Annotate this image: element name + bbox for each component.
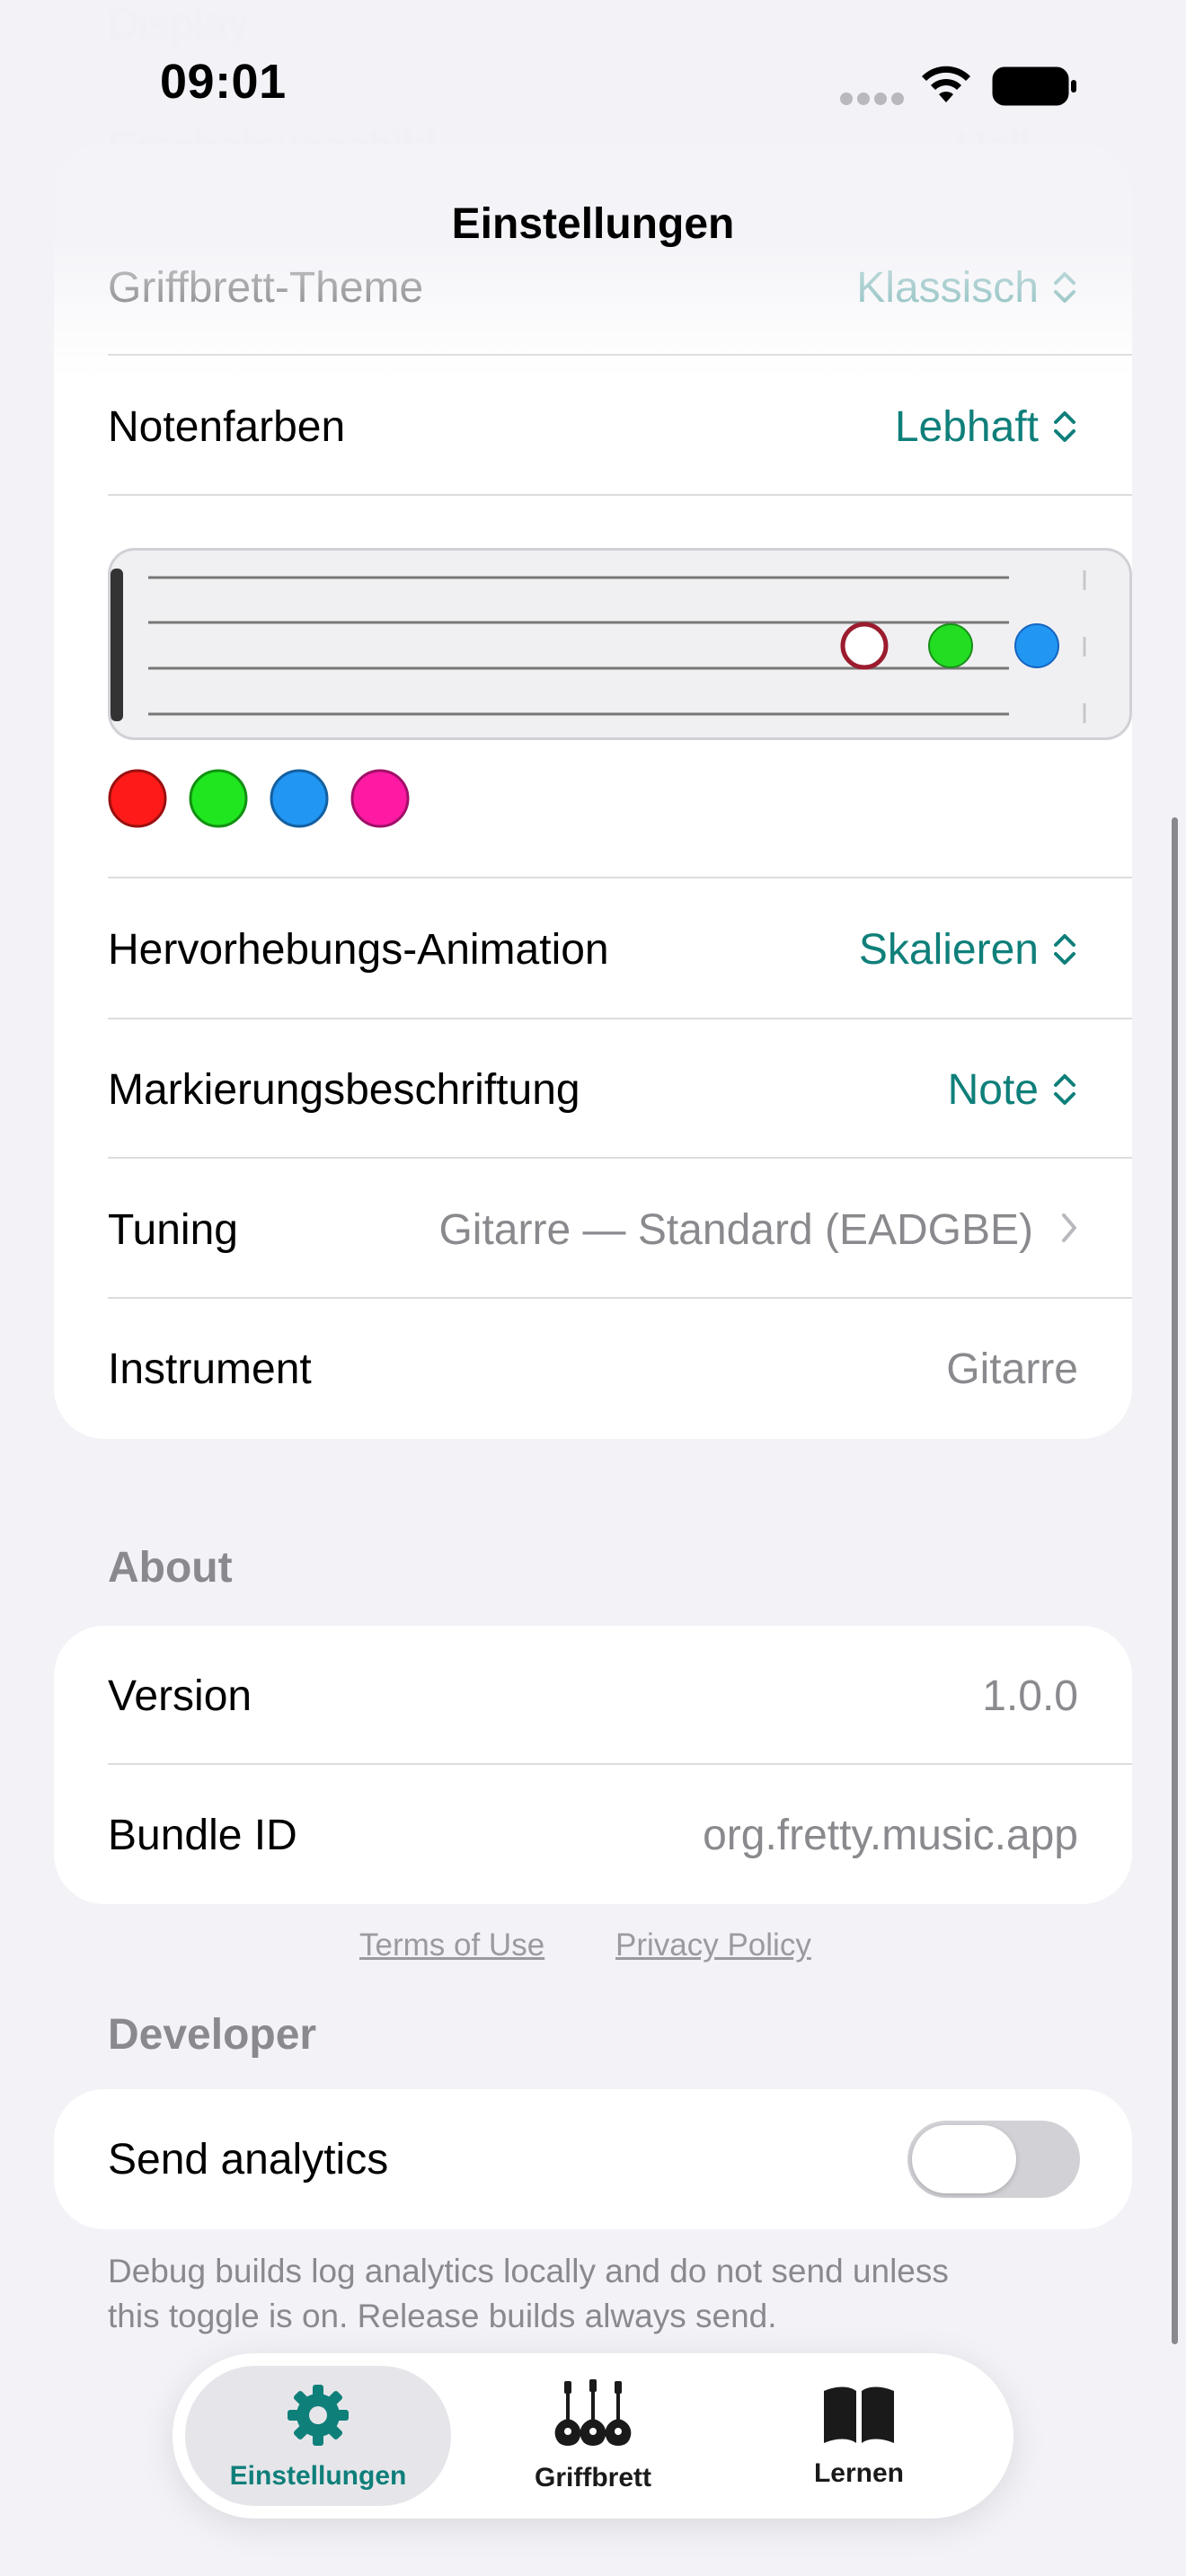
tab-lernen[interactable]: Lernen bbox=[726, 2366, 992, 2506]
gear-icon bbox=[284, 2381, 352, 2454]
note-marker-open bbox=[840, 622, 889, 670]
version-value: 1.0.0 bbox=[982, 1672, 1078, 1720]
status-time: 09:01 bbox=[160, 55, 287, 109]
guitars-icon bbox=[550, 2378, 636, 2456]
display-settings-card: Griffbrett-Theme Klassisch Notenfarben L… bbox=[54, 144, 1132, 1439]
tab-label: Lernen bbox=[813, 2457, 905, 2488]
faded-section-header: Display bbox=[108, 1, 250, 49]
terms-of-use-link[interactable]: Terms of Use bbox=[359, 1928, 544, 1963]
chevron-up-down-icon bbox=[1051, 930, 1078, 969]
fretboard-theme-label: Griffbrett-Theme bbox=[108, 263, 424, 312]
bundle-id-label: Bundle ID bbox=[108, 1811, 297, 1859]
page-title: Einstellungen bbox=[451, 200, 735, 248]
tuning-value: Gitarre — Standard (EADGBE) bbox=[438, 1205, 1033, 1254]
developer-footnote: Debug builds log analytics locally and d… bbox=[108, 2249, 1096, 2339]
tab-bar: Einstellungen Griffbrett Lernen bbox=[173, 2353, 1013, 2519]
chevron-up-down-icon bbox=[1051, 1070, 1078, 1109]
send-analytics-label: Send analytics bbox=[108, 2135, 389, 2183]
fretboard-theme-value: Klassisch bbox=[856, 263, 1039, 312]
signal-icon bbox=[839, 92, 906, 110]
fretboard-preview bbox=[108, 548, 1132, 740]
tab-griffbrett[interactable]: Griffbrett bbox=[460, 2366, 726, 2506]
about-section-header: About bbox=[108, 1544, 233, 1592]
bundle-id-value: org.fretty.music.app bbox=[703, 1811, 1078, 1859]
marker-label-row[interactable]: Markierungsbeschriftung Note bbox=[108, 1019, 1078, 1160]
bundle-id-row: Bundle ID org.fretty.music.app bbox=[108, 1765, 1078, 1905]
chevron-right-icon bbox=[1060, 1205, 1078, 1255]
highlight-animation-label: Hervorhebungs-Animation bbox=[108, 925, 609, 974]
toggle-knob bbox=[912, 2125, 1016, 2193]
divider bbox=[108, 877, 1132, 878]
send-analytics-row: Send analytics bbox=[108, 2089, 1080, 2229]
note-marker-blue bbox=[1014, 623, 1059, 668]
battery-icon bbox=[992, 66, 1078, 110]
instrument-row: Instrument Gitarre bbox=[108, 1299, 1078, 1439]
version-row: Version 1.0.0 bbox=[108, 1626, 1078, 1766]
marker-label-label: Markierungsbeschriftung bbox=[108, 1065, 580, 1114]
highlight-animation-picker[interactable]: Skalieren bbox=[859, 925, 1078, 975]
divider bbox=[108, 1157, 1132, 1159]
tab-label: Einstellungen bbox=[229, 2460, 407, 2491]
chevron-up-down-icon bbox=[1051, 268, 1078, 307]
divider bbox=[108, 494, 1132, 496]
marker-label-value: Note bbox=[947, 1065, 1039, 1114]
about-card: Version 1.0.0 Bundle ID org.fretty.music… bbox=[54, 1626, 1132, 1904]
note-marker-green bbox=[928, 623, 973, 668]
highlight-animation-value: Skalieren bbox=[858, 925, 1039, 974]
footnote-line-2: this toggle is on. Release builds always… bbox=[108, 2298, 777, 2334]
book-icon bbox=[820, 2384, 898, 2451]
color-swatches bbox=[108, 767, 467, 830]
developer-section-header: Developer bbox=[108, 2011, 317, 2059]
tab-einstellungen[interactable]: Einstellungen bbox=[185, 2366, 451, 2506]
fretboard-preview-graphic bbox=[111, 569, 1086, 723]
tuning-row[interactable]: Tuning Gitarre — Standard (EADGBE) bbox=[108, 1160, 1078, 1300]
note-colors-picker[interactable]: Lebhaft bbox=[895, 402, 1078, 452]
scrollbar[interactable] bbox=[1172, 817, 1178, 2344]
note-colors-label: Notenfarben bbox=[108, 402, 346, 451]
privacy-policy-link[interactable]: Privacy Policy bbox=[615, 1928, 811, 1963]
instrument-value: Gitarre bbox=[946, 1345, 1078, 1393]
note-colors-row[interactable]: Notenfarben Lebhaft bbox=[108, 357, 1078, 497]
instrument-label: Instrument bbox=[108, 1345, 312, 1393]
divider bbox=[108, 354, 1132, 356]
tab-label: Griffbrett bbox=[535, 2462, 651, 2492]
fretboard-theme-picker[interactable]: Klassisch bbox=[856, 263, 1078, 313]
developer-card: Send analytics bbox=[54, 2089, 1132, 2229]
note-colors-value: Lebhaft bbox=[894, 402, 1039, 451]
tuning-label: Tuning bbox=[108, 1205, 238, 1254]
wifi-icon bbox=[918, 63, 974, 110]
chevron-up-down-icon bbox=[1051, 407, 1078, 446]
tuning-link[interactable]: Gitarre — Standard (EADGBE) bbox=[438, 1205, 1078, 1255]
marker-label-picker[interactable]: Note bbox=[948, 1065, 1078, 1115]
version-label: Version bbox=[108, 1672, 252, 1720]
send-analytics-toggle[interactable] bbox=[907, 2121, 1080, 2198]
footnote-line-1: Debug builds log analytics locally and d… bbox=[108, 2253, 949, 2289]
highlight-animation-row[interactable]: Hervorhebungs-Animation Skalieren bbox=[108, 879, 1078, 1019]
